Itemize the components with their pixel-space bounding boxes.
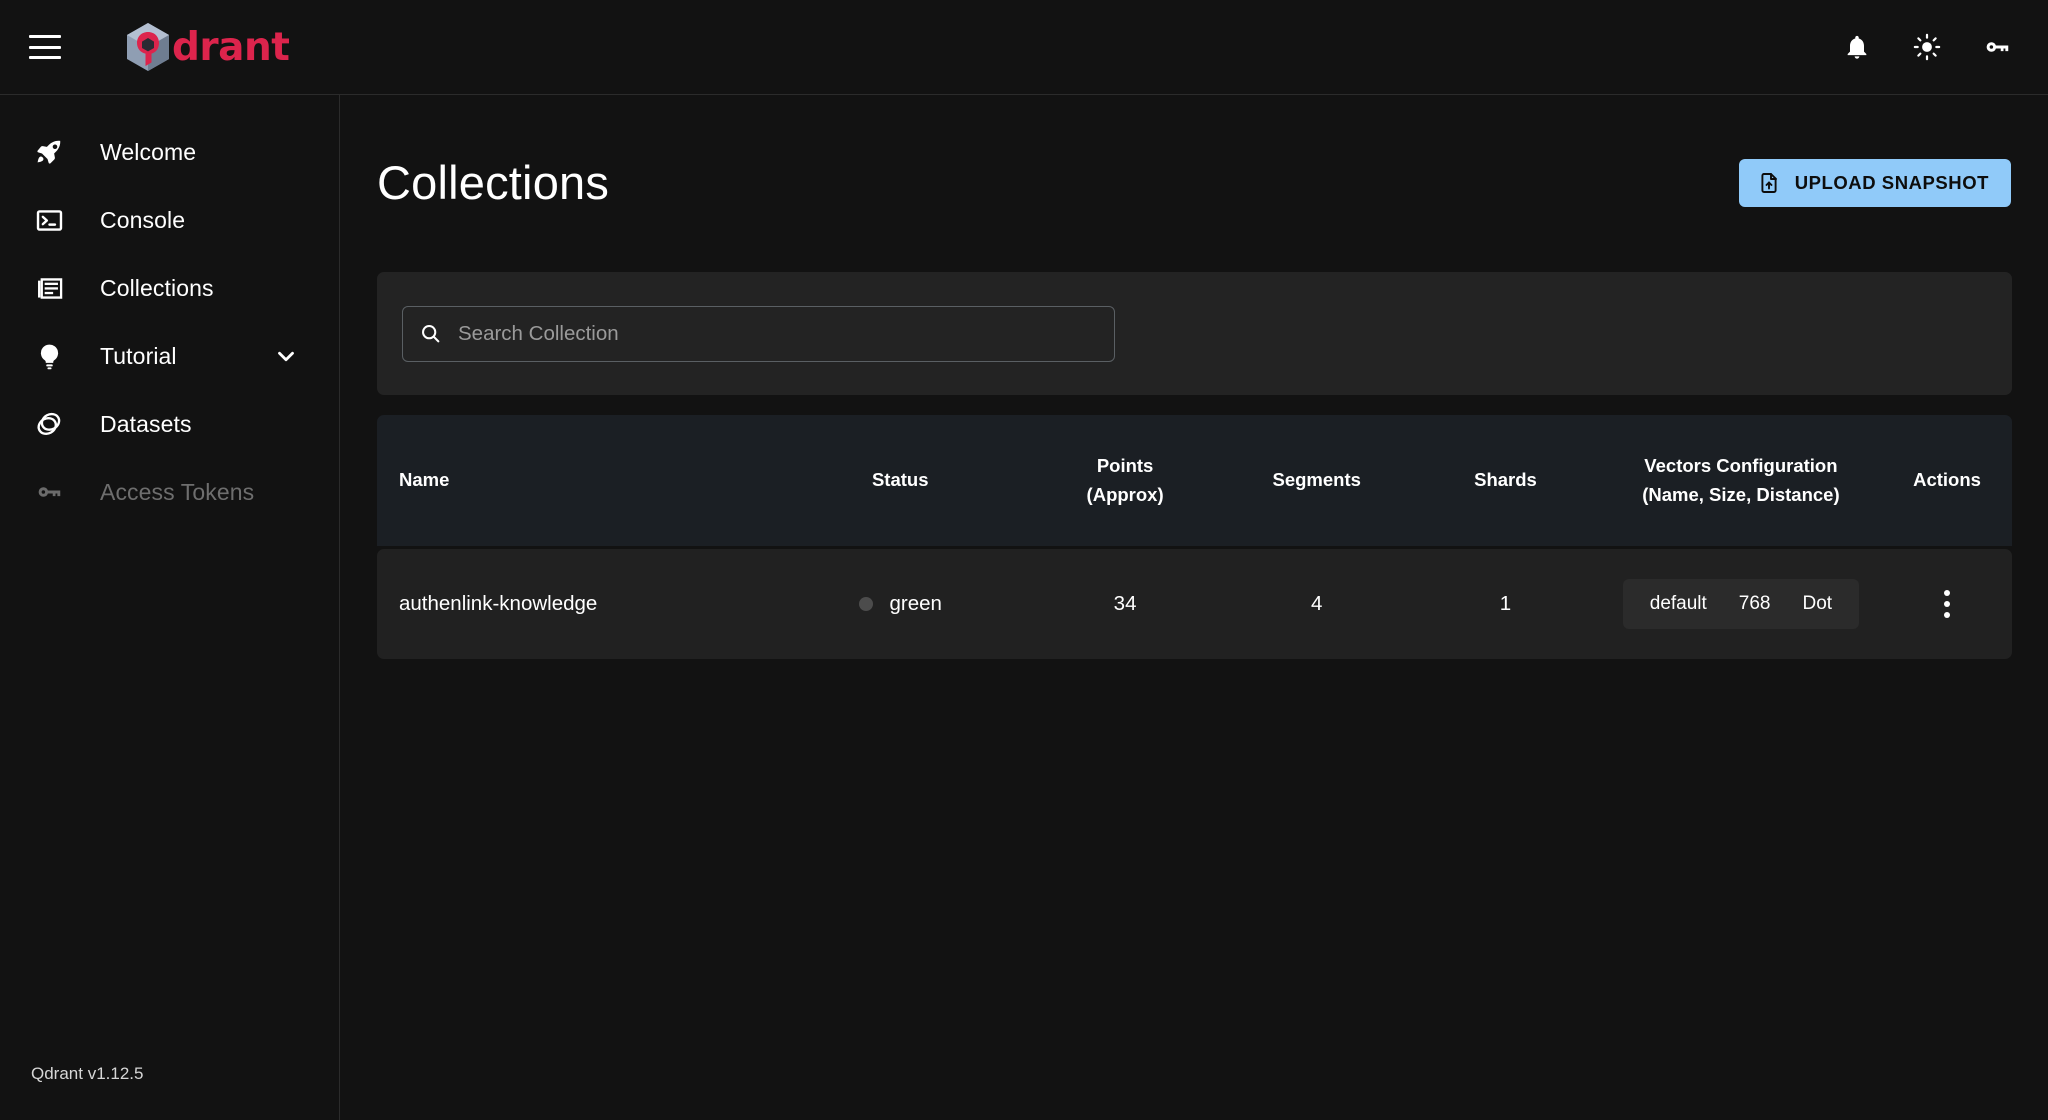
vector-config-chip: default 768 Dot: [1622, 579, 1860, 629]
collections-table: Name Status Points (Approx) Segments Sha…: [377, 415, 2012, 659]
terminal-icon: [30, 201, 68, 239]
cell-segments: 4: [1311, 592, 1323, 615]
sidebar: Welcome Console Collections Tutorial Dat…: [0, 95, 340, 1120]
key-icon: [30, 473, 68, 511]
collections-icon: [30, 269, 68, 307]
sidebar-item-label: Datasets: [100, 410, 192, 437]
sidebar-nav: Welcome Console Collections Tutorial Dat…: [0, 95, 339, 526]
brand-name: drant: [172, 24, 290, 70]
cell-shards: 1: [1499, 592, 1512, 615]
file-upload-icon: [1757, 171, 1781, 195]
cell-points: 34: [1113, 592, 1137, 615]
column-header-vectors-configuration: Vectors Configuration (Name, Size, Dista…: [1642, 454, 1840, 505]
sidebar-item-datasets[interactable]: Datasets: [0, 390, 339, 458]
column-header-shards: Shards: [1474, 469, 1537, 491]
status-badge: green: [889, 592, 942, 615]
column-header-actions: Actions: [1913, 469, 1981, 491]
cell-status: green: [773, 592, 1028, 616]
upload-snapshot-button[interactable]: UPLOAD SNAPSHOT: [1738, 158, 2011, 207]
cell-actions: [1882, 582, 2012, 626]
theme-toggle-icon[interactable]: [1910, 30, 1944, 64]
cell-collection-name[interactable]: authenlink-knowledge: [377, 592, 773, 616]
rocket-icon: [30, 133, 68, 171]
sidebar-item-console[interactable]: Console: [0, 186, 339, 254]
lightbulb-icon: [30, 337, 68, 375]
upload-snapshot-label: UPLOAD SNAPSHOT: [1794, 171, 1989, 193]
notifications-icon[interactable]: [1840, 30, 1874, 64]
sidebar-item-welcome[interactable]: Welcome: [0, 118, 339, 186]
sidebar-item-label: Collections: [100, 274, 214, 301]
vector-size: 768: [1738, 593, 1771, 614]
search-panel: [377, 272, 2012, 395]
column-header-points: Points (Approx): [1086, 454, 1164, 505]
chevron-down-icon[interactable]: [273, 343, 299, 369]
api-key-icon[interactable]: [1980, 30, 2014, 64]
sidebar-item-label: Welcome: [100, 138, 197, 165]
page-title: Collections: [377, 156, 610, 209]
search-collection-box[interactable]: [402, 305, 1115, 362]
top-app-bar: drant: [0, 0, 2048, 95]
search-input[interactable]: [458, 321, 1098, 346]
datasets-icon: [30, 405, 68, 443]
status-dot-icon: [858, 597, 873, 611]
sidebar-item-label: Console: [100, 206, 186, 233]
qdrant-logo-icon: [127, 23, 169, 71]
column-header-status: Status: [871, 469, 929, 491]
sidebar-item-label: Access Tokens: [100, 478, 255, 505]
app-version-label: Qdrant v1.12.5: [31, 1064, 144, 1083]
vector-name: default: [1649, 593, 1707, 614]
table-row[interactable]: authenlink-knowledge green 34 4 1 defaul…: [377, 549, 2012, 659]
more-vertical-icon[interactable]: [1925, 582, 1969, 626]
qdrant-brand-logo[interactable]: drant: [125, 22, 290, 72]
sidebar-item-access-tokens: Access Tokens: [0, 458, 339, 526]
table-header-row: Name Status Points (Approx) Segments Sha…: [377, 415, 2012, 546]
page-header: Collections UPLOAD SNAPSHOT: [341, 95, 2048, 210]
vector-distance: Dot: [1802, 593, 1833, 614]
sidebar-item-tutorial[interactable]: Tutorial: [0, 322, 339, 390]
topbar-actions: [1840, 30, 2014, 64]
sidebar-item-label: Tutorial: [100, 342, 177, 369]
search-icon: [419, 322, 442, 345]
column-header-name: Name: [399, 469, 450, 491]
cell-vectors-configuration: default 768 Dot: [1600, 579, 1882, 629]
sidebar-item-collections[interactable]: Collections: [0, 254, 339, 322]
column-header-segments: Segments: [1272, 469, 1361, 491]
main-content: Collections UPLOAD SNAPSHOT Search Colle…: [341, 95, 2048, 1120]
hamburger-menu-icon[interactable]: [29, 35, 61, 59]
